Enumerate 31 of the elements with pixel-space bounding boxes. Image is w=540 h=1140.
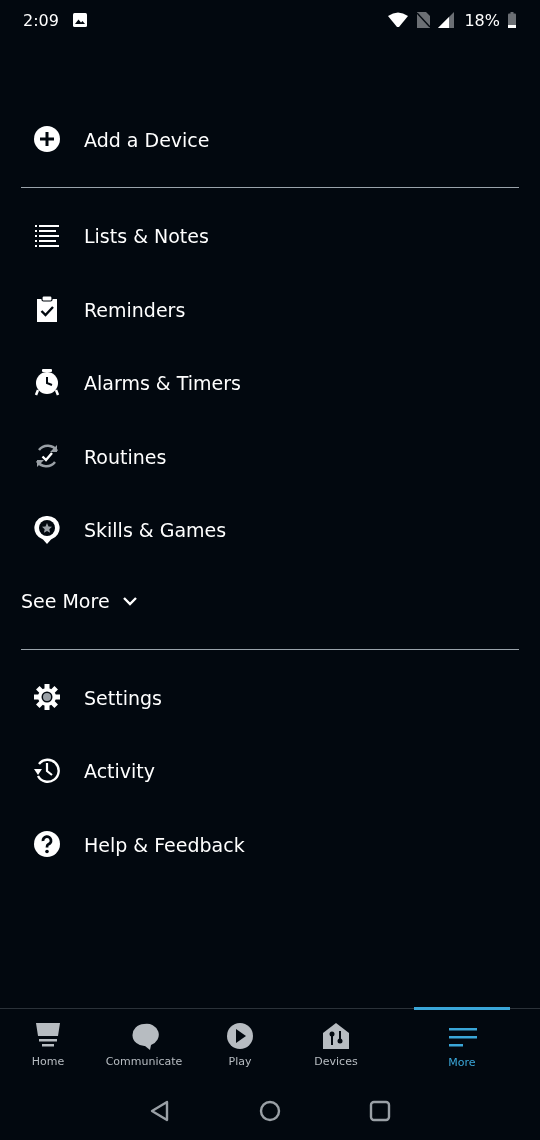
menu-item[interactable]: Alarms & Timers bbox=[0, 346, 540, 420]
menu-item[interactable]: Activity bbox=[0, 734, 540, 808]
home-icon[interactable] bbox=[259, 1099, 281, 1122]
gear-icon bbox=[33, 682, 61, 713]
star-bubble-icon bbox=[33, 515, 61, 546]
menu-item[interactable]: Settings bbox=[0, 661, 540, 735]
menu-item[interactable]: Lists & Notes bbox=[0, 199, 540, 273]
no-sim-icon bbox=[417, 12, 431, 28]
see-more-button[interactable]: See More bbox=[0, 567, 138, 635]
menu-item[interactable]: Help & Feedback bbox=[0, 808, 540, 882]
nav-tab[interactable]: Communicate bbox=[96, 1009, 192, 1081]
back-icon[interactable] bbox=[149, 1099, 171, 1122]
nav-tab[interactable]: Play bbox=[192, 1009, 288, 1081]
nav-tab[interactable]: Devices bbox=[288, 1009, 384, 1081]
image-icon bbox=[72, 13, 87, 27]
battery-percent: 18% bbox=[464, 10, 500, 30]
recents-icon[interactable] bbox=[369, 1099, 391, 1122]
battery-icon bbox=[508, 12, 516, 28]
signal-icon bbox=[438, 12, 455, 28]
nav-tab[interactable]: More bbox=[414, 1007, 510, 1081]
menu-item[interactable]: Reminders bbox=[0, 273, 540, 347]
play-icon bbox=[225, 1022, 255, 1052]
wifi-icon bbox=[387, 12, 410, 28]
nav-tab[interactable]: Home bbox=[0, 1009, 96, 1081]
house-icon bbox=[321, 1022, 351, 1052]
help-icon bbox=[33, 829, 61, 860]
menu-item[interactable]: Routines bbox=[0, 420, 540, 494]
menu-item[interactable]: Skills & Games bbox=[0, 493, 540, 567]
plus-icon bbox=[33, 124, 61, 155]
menu-item[interactable]: Add a Device bbox=[0, 103, 540, 177]
clock-time: 2:09 bbox=[23, 10, 59, 30]
